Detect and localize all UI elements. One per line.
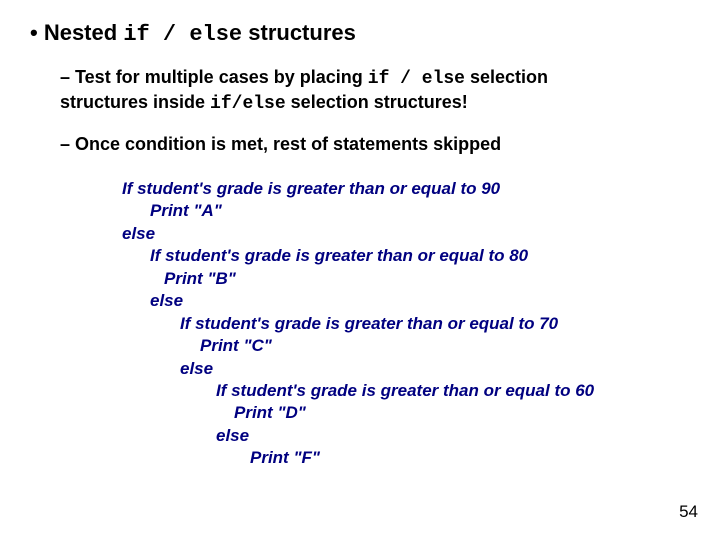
pseudo-line: else — [122, 358, 594, 380]
subpoint-1: – Test for multiple cases by placing if … — [60, 66, 640, 115]
heading-prefix: Nested — [44, 20, 123, 45]
pseudocode-block: If student's grade is greater than or eq… — [122, 178, 594, 470]
subpoint-2: – Once condition is met, rest of stateme… — [60, 134, 660, 155]
pseudo-line: If student's grade is greater than or eq… — [122, 245, 594, 267]
pseudo-line: Print "B" — [122, 268, 594, 290]
slide: • Nested if / else structures – Test for… — [0, 0, 720, 540]
pseudo-line: Print "C" — [122, 335, 594, 357]
pseudo-line: Print "A" — [122, 200, 594, 222]
sub1-code-1: if / else — [368, 69, 465, 89]
heading-code: if / else — [123, 22, 242, 47]
dash: – — [60, 134, 70, 154]
pseudo-line: If student's grade is greater than or eq… — [122, 380, 594, 402]
pseudo-line: If student's grade is greater than or eq… — [122, 178, 594, 200]
pseudo-line: else — [122, 223, 594, 245]
heading-line: • Nested if / else structures — [30, 20, 356, 47]
sub1-text-1: Test for multiple cases by placing — [70, 67, 368, 87]
pseudo-line: else — [122, 290, 594, 312]
pseudo-line: If student's grade is greater than or eq… — [122, 313, 594, 335]
pseudo-line: Print "F" — [122, 447, 594, 469]
pseudo-line: else — [122, 425, 594, 447]
page-number: 54 — [679, 502, 698, 522]
sub2-text: Once condition is met, rest of statement… — [70, 134, 501, 154]
heading-suffix: structures — [242, 20, 356, 45]
dash: – — [60, 67, 70, 87]
sub1-code-2: if/else — [210, 94, 286, 114]
pseudo-line: Print "D" — [122, 402, 594, 424]
sub1-text-3: selection structures! — [286, 92, 468, 112]
bullet: • — [30, 20, 38, 45]
